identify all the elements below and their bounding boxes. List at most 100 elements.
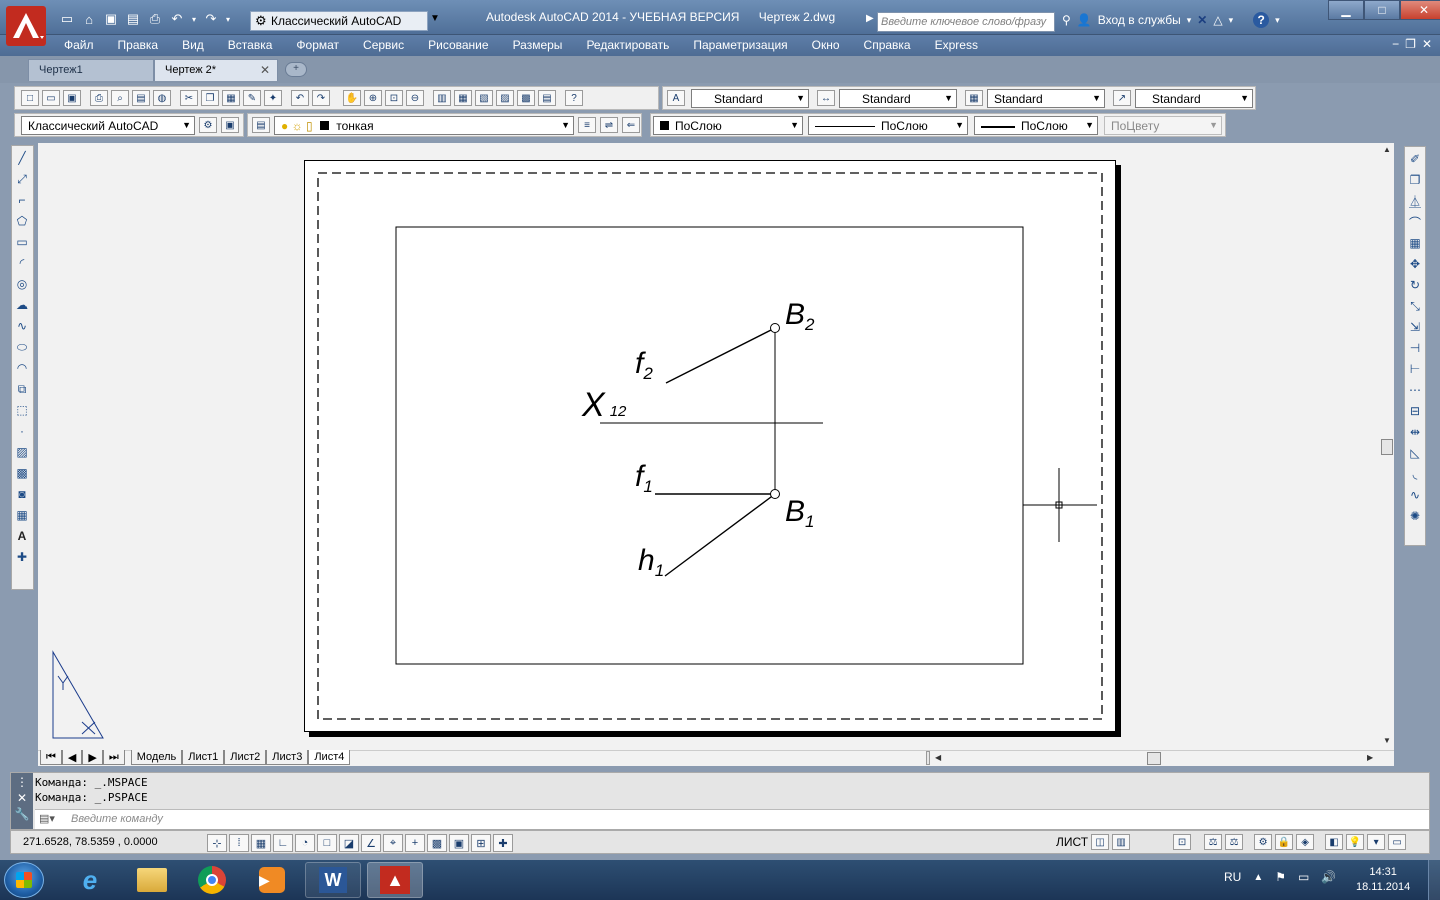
scroll-up-icon[interactable]: ▲ (1383, 145, 1391, 154)
drafting-settings: ⊹ ⁞ ▦ ∟ ◔ □ ◪ ∠ ⌖ + ▩ ▣ ⊞ ✚ (207, 834, 513, 852)
tabs-splitter[interactable] (926, 751, 930, 765)
viewport-frame[interactable] (395, 226, 1024, 665)
command-history-line: Команда: _.PSPACE (35, 791, 148, 804)
windows-taskbar: e ▶ W ▲ RU ▲ ⚑ ▭ 🔊 14:31 18.11.2014 (0, 860, 1440, 900)
chrome-icon (198, 866, 226, 894)
fullscreen-icon[interactable]: ▭ (1388, 834, 1407, 850)
dynamic-input-icon[interactable]: + (405, 834, 425, 852)
language-indicator[interactable]: RU (1224, 870, 1241, 884)
point-b1[interactable] (770, 489, 780, 499)
last-tab-icon[interactable]: ⏭ (102, 750, 125, 765)
next-tab-icon[interactable]: ▶ (82, 750, 103, 765)
3d-object-snap-icon[interactable]: ◪ (339, 834, 359, 852)
coordinates-readout[interactable]: 271.6528, 78.5359 , 0.0000 (23, 836, 158, 848)
lineweight-display-icon[interactable]: ▩ (427, 834, 447, 852)
label-f2: f2 (635, 347, 653, 383)
layout-tab[interactable]: Модель (130, 750, 183, 765)
volume-icon[interactable]: 🔊 (1321, 870, 1336, 884)
ie-taskbar-button[interactable]: e (62, 862, 118, 898)
network-icon[interactable]: ▭ (1298, 870, 1309, 884)
status-right: ЛИСТ ◫ ▥ ⊡ ⚖ ⚖ ⚙ 🔒 ◈ ◧ 💡 ▾ ▭ (1056, 834, 1407, 850)
command-prompt-icon[interactable]: ▤▾ (39, 812, 55, 825)
show-hidden-icons-icon[interactable]: ▲ (1253, 872, 1263, 883)
object-snap-icon[interactable]: □ (317, 834, 337, 852)
media-player-taskbar-button[interactable]: ▶ (244, 862, 300, 898)
first-tab-icon[interactable]: ⏮ (40, 750, 62, 765)
label-b1: B1 (785, 495, 814, 531)
autocad-icon: ▲ (380, 866, 410, 894)
command-window: ⋮ ✕ 🔧 Команда: _.MSPACE Команда: _.PSPAC… (10, 772, 1430, 830)
application-menu-button[interactable] (6, 6, 52, 52)
h1-line[interactable] (664, 493, 776, 577)
chrome-taskbar-button[interactable] (184, 862, 240, 898)
drag-handle-icon[interactable]: ⋮ (11, 775, 33, 789)
layout-tab[interactable]: Лист3 (266, 750, 309, 765)
ortho-mode-icon[interactable]: ∟ (273, 834, 293, 852)
label-h1: h1 (638, 544, 664, 580)
quick-view-drawings-icon[interactable]: ▥ (1112, 834, 1131, 850)
workspace-switching-icon[interactable]: ⚙ (1254, 834, 1273, 850)
horizontal-scroll-thumb[interactable] (1147, 752, 1161, 765)
clock-time: 14:31 (1369, 866, 1397, 878)
status-menu-icon[interactable]: ▾ (1367, 834, 1386, 850)
label-x12: X 12 (581, 386, 627, 424)
scroll-left-icon[interactable]: ◀ (935, 753, 941, 762)
close-command-icon[interactable]: ✕ (11, 791, 33, 805)
command-input[interactable]: ▤▾ Введите команду (35, 809, 1429, 829)
layout-tab[interactable]: Лист2 (224, 750, 267, 765)
space-toggle[interactable]: ЛИСТ (1056, 835, 1088, 849)
layout-tabs: ⏮ ◀ ▶ ⏭ Модель Лист1 Лист2 Лист3 Лист4 (40, 750, 351, 765)
point-b2[interactable] (770, 323, 780, 333)
word-icon: W (319, 867, 347, 893)
system-tray: RU ▲ ⚑ ▭ 🔊 (1224, 870, 1336, 884)
grid-display-icon[interactable]: ▦ (251, 834, 271, 852)
annotation-scale-icon[interactable]: ⚖ (1204, 834, 1223, 850)
polar-tracking-icon[interactable]: ◔ (295, 834, 315, 852)
command-window-handle[interactable]: ⋮ ✕ 🔧 (11, 773, 33, 829)
command-placeholder: Введите команду (71, 813, 163, 825)
dynamic-ucs-icon[interactable]: ⌖ (383, 834, 403, 852)
ucs-icon (52, 650, 104, 739)
internet-explorer-icon: e (82, 864, 98, 895)
scroll-down-icon[interactable]: ▼ (1383, 736, 1391, 745)
media-player-icon: ▶ (259, 867, 285, 893)
vertical-scrollbar[interactable]: ▲ ▼ (1381, 143, 1394, 750)
explorer-taskbar-button[interactable] (124, 862, 180, 898)
crosshair-cursor (1023, 468, 1097, 542)
snap-mode-icon[interactable]: ⁞ (229, 834, 249, 852)
folder-icon (137, 868, 167, 892)
clock[interactable]: 14:31 18.11.2014 (1356, 865, 1410, 895)
layout-tab[interactable]: Лист4 (308, 750, 351, 765)
annotation-visibility-icon[interactable]: ⚖ (1225, 834, 1244, 850)
vertical-scroll-thumb[interactable] (1381, 439, 1393, 455)
layout-tab[interactable]: Лист1 (182, 750, 225, 765)
clean-screen-icon[interactable]: 💡 (1346, 834, 1365, 850)
scroll-right-icon[interactable]: ▶ (1367, 753, 1373, 762)
object-snap-tracking-icon[interactable]: ∠ (361, 834, 381, 852)
printable-area-border (317, 172, 1103, 720)
autocad-taskbar-button[interactable]: ▲ (367, 862, 423, 898)
f2-line[interactable] (665, 327, 776, 384)
customize-command-icon[interactable]: 🔧 (11, 807, 33, 821)
autocad-logo-icon (6, 6, 46, 46)
quick-properties-icon[interactable]: ⊞ (471, 834, 491, 852)
hardware-acceleration-icon[interactable]: ◈ (1296, 834, 1315, 850)
isolate-objects-icon[interactable]: ◧ (1325, 834, 1344, 850)
selection-cycling-icon[interactable]: ✚ (493, 834, 513, 852)
maximize-viewport-icon[interactable]: ⊡ (1173, 834, 1192, 850)
transparency-icon[interactable]: ▣ (449, 834, 469, 852)
windows-logo-icon (16, 872, 32, 888)
prev-tab-icon[interactable]: ◀ (61, 750, 83, 765)
infer-constraints-icon[interactable]: ⊹ (207, 834, 227, 852)
show-desktop-button[interactable] (1428, 860, 1440, 900)
command-history-line: Команда: _.MSPACE (35, 776, 148, 789)
toolbar-lock-icon[interactable]: 🔒 (1275, 834, 1294, 850)
start-button[interactable] (4, 862, 44, 898)
word-taskbar-button[interactable]: W (305, 862, 361, 898)
clock-date: 18.11.2014 (1356, 881, 1411, 893)
action-center-icon[interactable]: ⚑ (1275, 870, 1286, 884)
quick-view-layouts-icon[interactable]: ◫ (1091, 834, 1110, 850)
status-bar: 271.6528, 78.5359 , 0.0000 ⊹ ⁞ ▦ ∟ ◔ □ ◪… (10, 830, 1430, 854)
autocad-window: ▭ ⌂ ▣ ▤ ⎙ ↶ ▾ ↷ ▾ ⚙ Классический AutoCAD… (0, 0, 1440, 900)
label-b2: B2 (785, 298, 815, 334)
